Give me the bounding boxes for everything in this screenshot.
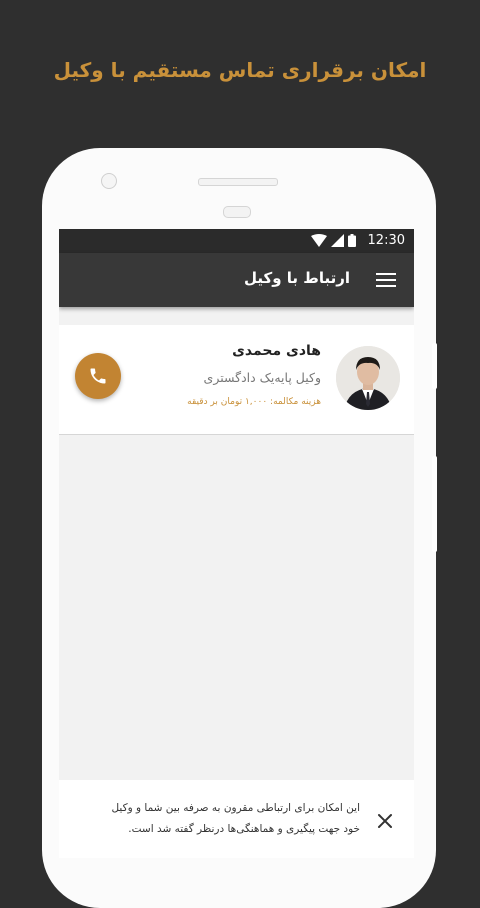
phone-camera bbox=[101, 173, 117, 189]
wifi-icon bbox=[311, 234, 327, 247]
phone-side-button bbox=[432, 456, 437, 552]
lawyer-avatar-icon bbox=[336, 346, 400, 410]
phone-speaker bbox=[198, 178, 278, 186]
battery-icon bbox=[348, 234, 356, 247]
phone-sensor bbox=[223, 206, 251, 218]
status-bar: 12:30 bbox=[59, 229, 414, 253]
lawyer-card[interactable]: هادی محمدی وکیل پایه‌یک دادگستری هزینه م… bbox=[59, 325, 414, 435]
signal-icon bbox=[331, 234, 344, 247]
call-button[interactable] bbox=[75, 353, 121, 399]
info-banner: این امکان برای ارتباطی مقرون به صرفه بین… bbox=[59, 780, 414, 858]
app-bar: ارتباط با وکیل bbox=[59, 253, 414, 307]
status-time: 12:30 bbox=[367, 233, 405, 248]
phone-icon bbox=[90, 368, 106, 384]
phone-side-button bbox=[432, 343, 437, 389]
promo-headline: امکان برقراری تماس مستقیم با وکیل bbox=[53, 58, 427, 82]
lawyer-rank: وکیل پایه‌یک دادگستری bbox=[203, 370, 321, 385]
page-title: ارتباط با وکیل bbox=[243, 269, 350, 287]
call-fee: هزینه مکالمه: ۱,۰۰۰ تومان بر دقیقه bbox=[187, 397, 321, 407]
lawyer-name: هادی محمدی bbox=[232, 343, 321, 359]
lawyer-avatar bbox=[336, 346, 400, 410]
hamburger-menu-icon[interactable] bbox=[376, 272, 396, 288]
status-icons bbox=[311, 234, 356, 247]
info-text: این امکان برای ارتباطی مقرون به صرفه بین… bbox=[111, 802, 360, 835]
close-icon[interactable] bbox=[377, 813, 393, 829]
app-screen: 12:30 ارتباط با وکیل هادی محمدی وکیل پای… bbox=[59, 229, 414, 858]
